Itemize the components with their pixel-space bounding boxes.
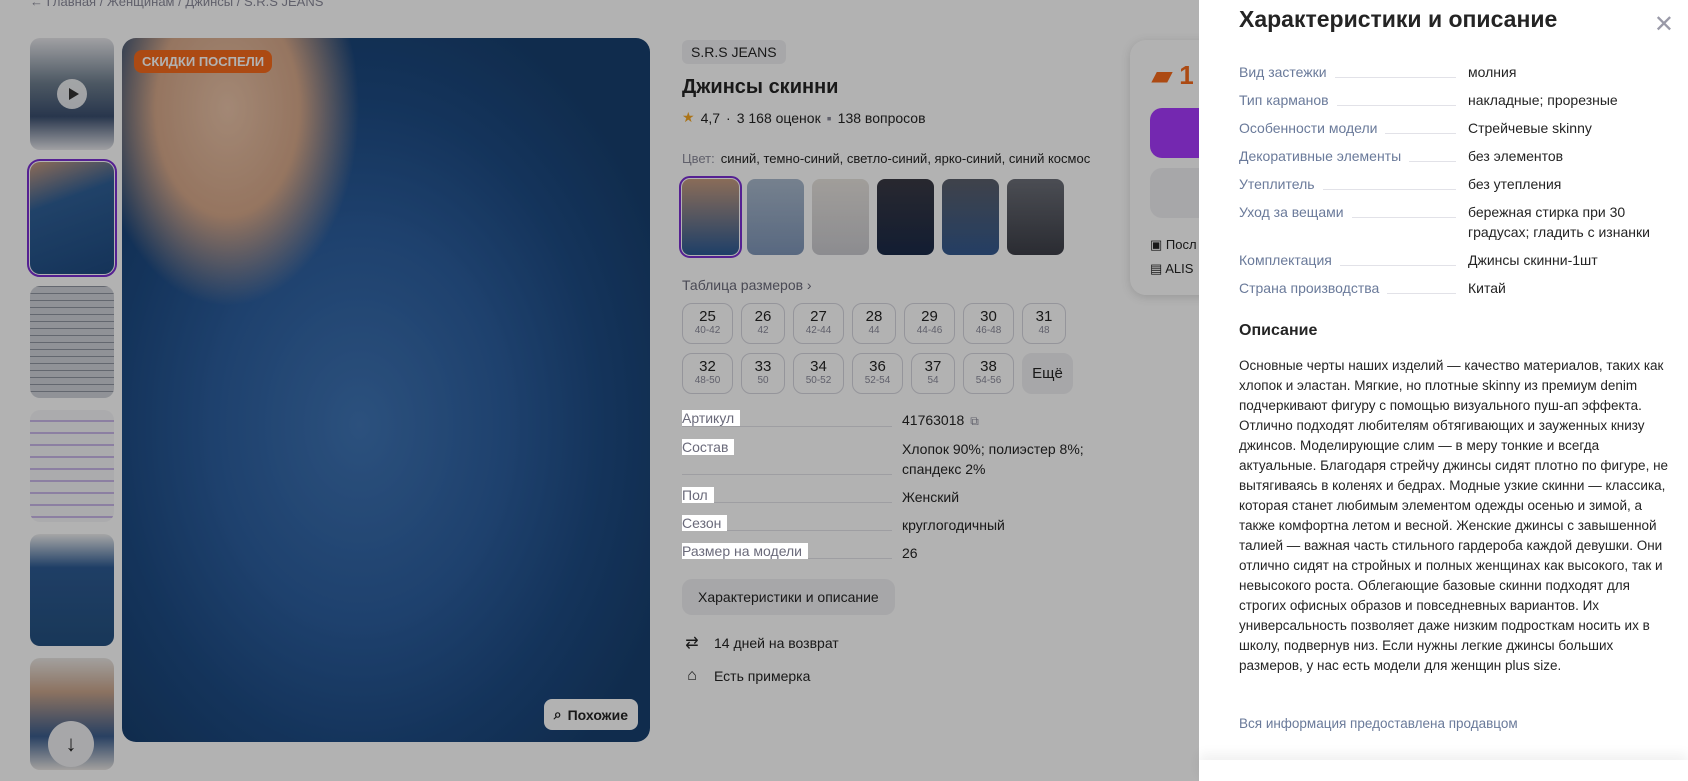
description-heading: Описание bbox=[1239, 322, 1318, 339]
description-text: Основные черты наших изделий — качество … bbox=[1239, 358, 1669, 673]
seller-info-note: Вся информация предоставлена продавцом bbox=[1239, 716, 1518, 731]
drawer-spec-row: Уход за вещами бережная стирка при 30 гра… bbox=[1239, 204, 1650, 240]
drawer-spec-row: Особенности модели Стрейчевые skinny bbox=[1239, 120, 1592, 136]
characteristics-drawer: Характеристики и описание ✕ Вид застежки… bbox=[1199, 0, 1688, 781]
drawer-spec-row: Комплектация Джинсы скинни-1шт bbox=[1239, 252, 1598, 268]
drawer-spec-row: Страна производства Китай bbox=[1239, 280, 1506, 296]
drawer-specs: Вид застежки молния Тип карманов накладные… bbox=[1239, 62, 1669, 306]
drawer-spec-row: Декоративные элементы без элементов bbox=[1239, 148, 1564, 164]
drawer-spec-row: Тип карманов накладные; прорезные bbox=[1239, 92, 1618, 108]
close-icon[interactable]: ✕ bbox=[1654, 10, 1674, 39]
drawer-spec-row: Вид застежки молния bbox=[1239, 64, 1517, 80]
drawer-spec-row: Утеплитель без утепления bbox=[1239, 176, 1562, 192]
drawer-title: Характеристики и описание bbox=[1239, 6, 1558, 32]
drawer-footer bbox=[1199, 760, 1688, 781]
